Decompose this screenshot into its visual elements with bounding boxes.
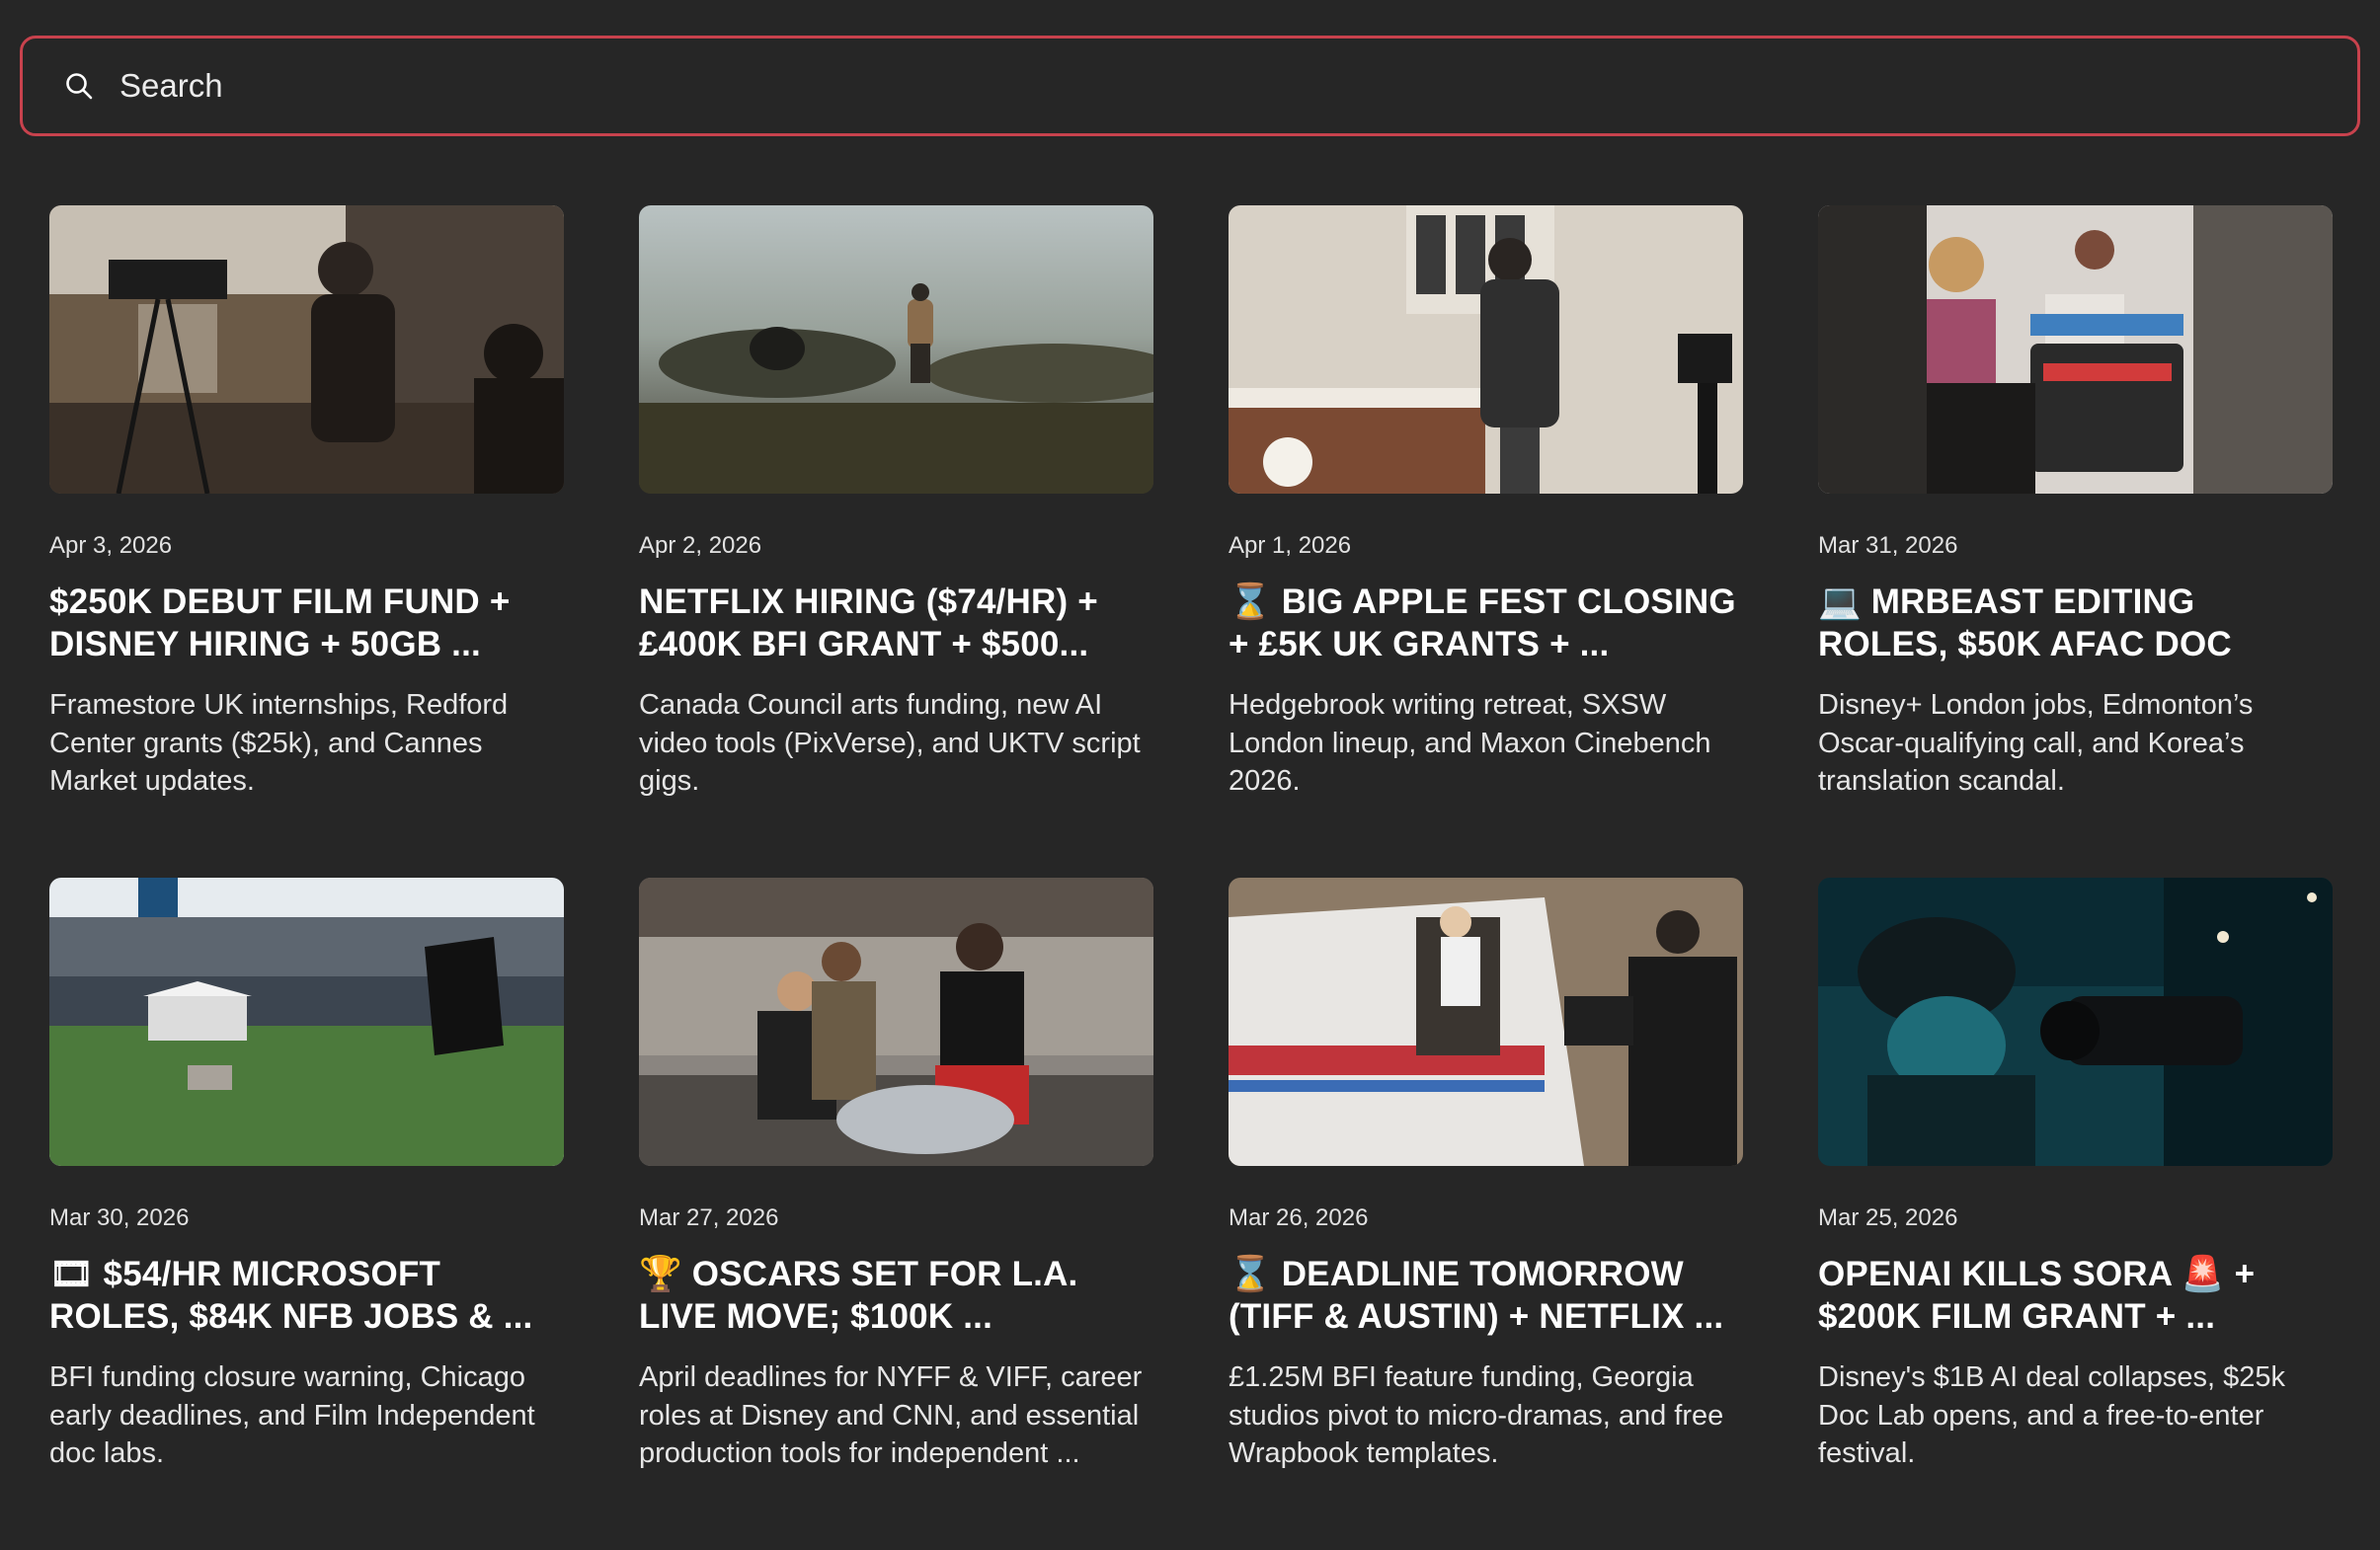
post-title[interactable]: $250K DEBUT FILM FUND + DISNEY HIRING + …	[49, 581, 564, 665]
post-date: Apr 3, 2026	[49, 532, 173, 559]
post-title[interactable]: ⌛ DEADLINE TOMORROW (TIFF & AUSTIN) + NE…	[1229, 1253, 1743, 1338]
post-date: Mar 30, 2026	[49, 1204, 190, 1231]
post-card[interactable]: Mar 27, 2026 🏆 OSCARS SET FOR L.A. LIVE …	[639, 878, 1153, 1550]
post-thumbnail[interactable]	[1229, 878, 1743, 1166]
post-thumbnail[interactable]	[1818, 205, 2333, 494]
post-thumbnail[interactable]	[1818, 878, 2333, 1166]
post-thumbnail[interactable]	[49, 205, 564, 494]
post-description: BFI funding closure warning, Chicago ear…	[49, 1361, 535, 1469]
post-card[interactable]: Apr 3, 2026 $250K DEBUT FILM FUND + DISN…	[49, 205, 564, 878]
search-input[interactable]	[118, 66, 2294, 106]
post-thumbnail[interactable]	[49, 878, 564, 1166]
post-date: Mar 26, 2026	[1229, 1204, 1369, 1231]
post-description: Canada Council arts funding, new AI vide…	[639, 689, 1141, 797]
post-card[interactable]: Mar 31, 2026 💻 MRBEAST EDITING ROLES, $5…	[1818, 205, 2333, 878]
post-description: Disney+ London jobs, Edmonton’s Oscar-qu…	[1818, 689, 2254, 797]
post-description: Framestore UK internships, Redford Cente…	[49, 689, 509, 797]
post-thumbnail[interactable]	[639, 878, 1153, 1166]
post-card[interactable]: Mar 30, 2026 🎞 $54/HR MICROSOFT ROLES, $…	[49, 878, 564, 1550]
post-title[interactable]: NETFLIX HIRING ($74/HR) + £400K BFI GRAN…	[639, 581, 1153, 665]
post-card[interactable]: Mar 26, 2026 ⌛ DEADLINE TOMORROW (TIFF &…	[1229, 878, 1743, 1550]
post-title[interactable]: ⌛ BIG APPLE FEST CLOSING + £5K UK GRANTS…	[1229, 581, 1743, 665]
post-date: Mar 27, 2026	[639, 1204, 779, 1231]
search-bar[interactable]	[20, 36, 2360, 136]
post-date: Apr 1, 2026	[1229, 532, 1352, 559]
post-title[interactable]: 🏆 OSCARS SET FOR L.A. LIVE MOVE; $100K .…	[639, 1253, 1153, 1338]
post-description: April deadlines for NYFF & VIFF, career …	[639, 1361, 1143, 1469]
post-title[interactable]: 💻 MRBEAST EDITING ROLES, $50K AFAC DOC G…	[1818, 581, 2333, 665]
post-card[interactable]: Apr 2, 2026 NETFLIX HIRING ($74/HR) + £4…	[639, 205, 1153, 878]
post-description: Disney's $1B AI deal collapses, $25k Doc…	[1818, 1361, 2286, 1469]
post-description: Hedgebrook writing retreat, SXSW London …	[1229, 689, 1711, 797]
post-thumbnail[interactable]	[1229, 205, 1743, 494]
post-grid: Apr 3, 2026 $250K DEBUT FILM FUND + DISN…	[49, 205, 2335, 1550]
post-date: Mar 31, 2026	[1818, 532, 1958, 559]
post-title[interactable]: OPENAI KILLS SORA 🚨 + $200K FILM GRANT +…	[1818, 1253, 2333, 1338]
post-date: Mar 25, 2026	[1818, 1204, 1958, 1231]
post-card[interactable]: Mar 25, 2026 OPENAI KILLS SORA 🚨 + $200K…	[1818, 878, 2333, 1550]
post-date: Apr 2, 2026	[639, 532, 762, 559]
post-title[interactable]: 🎞 $54/HR MICROSOFT ROLES, $84K NFB JOBS …	[49, 1253, 564, 1338]
search-icon	[62, 69, 96, 103]
post-card[interactable]: Apr 1, 2026 ⌛ BIG APPLE FEST CLOSING + £…	[1229, 205, 1743, 878]
post-thumbnail[interactable]	[639, 205, 1153, 494]
post-description: £1.25M BFI feature funding, Georgia stud…	[1229, 1361, 1724, 1469]
